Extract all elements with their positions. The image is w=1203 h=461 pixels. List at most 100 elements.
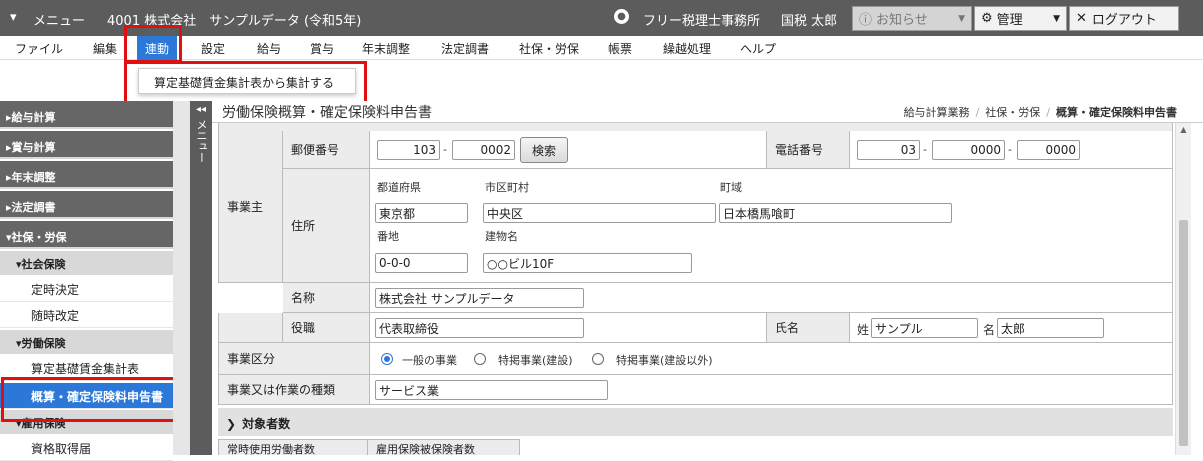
gear-icon: ⚙ xyxy=(981,11,993,26)
position-cell xyxy=(370,313,767,343)
info-icon: ⓘ xyxy=(859,13,873,28)
postal-label: 郵便番号 xyxy=(283,131,370,169)
form-area: 事業主 郵便番号 - 検索 電話番号 - - 住所 都道府県 市区町村 町域 番… xyxy=(212,123,1192,455)
sidebar-item-premium-report[interactable]: 概算・確定保険料申告書 xyxy=(0,383,173,409)
menu-help[interactable]: ヘルプ xyxy=(740,40,776,57)
sidebar-section-salary[interactable]: ▸給与計算 xyxy=(0,101,173,129)
pref-input[interactable] xyxy=(375,203,468,223)
person-name-label: 氏名 xyxy=(767,313,850,343)
company-name-input[interactable] xyxy=(375,288,584,308)
menu-bonus[interactable]: 賞与 xyxy=(310,40,334,57)
radio-non-construction[interactable] xyxy=(592,353,604,365)
radio-construction-label: 特掲事業(建設) xyxy=(498,354,573,367)
breadcrumb: 給与計算業務 / 社保・労保 / 概算・確定保険料申告書 xyxy=(903,106,1177,119)
sidebar-section-year-end[interactable]: ▸年末調整 xyxy=(0,161,173,189)
sidebar-section-label: 年末調整 xyxy=(11,171,56,184)
phone-3[interactable] xyxy=(1017,140,1080,160)
menu-file[interactable]: ファイル xyxy=(15,40,63,57)
town-input[interactable] xyxy=(719,203,952,223)
phone-2[interactable] xyxy=(932,140,1005,160)
postal-search-button[interactable]: 検索 xyxy=(520,137,568,163)
radio-construction[interactable] xyxy=(474,353,486,365)
caret-down-icon: ▼ xyxy=(1053,13,1060,24)
postal-code-1[interactable] xyxy=(377,140,440,160)
logout-button[interactable]: ✕ ログアウト xyxy=(1069,6,1179,31)
scroll-thumb[interactable] xyxy=(1179,220,1188,446)
notice-button[interactable]: ⓘ お知らせ ▼ xyxy=(852,6,972,31)
sei-label: 姓 xyxy=(857,323,870,337)
menu-year-end[interactable]: 年末調整 xyxy=(362,40,410,57)
menu-link[interactable]: 連動 xyxy=(137,36,178,60)
sidebar-item-wage-summary[interactable]: 算定基礎賃金集計表 xyxy=(0,355,173,381)
sidebar-section-statutory[interactable]: ▸法定調書 xyxy=(0,191,173,219)
admin-label: 管理 xyxy=(996,13,1023,28)
menu-carryover[interactable]: 繰越処理 xyxy=(663,40,711,57)
banchi-caption: 番地 xyxy=(377,230,399,243)
menu-settings[interactable]: 設定 xyxy=(201,40,225,57)
radio-general-label: 一般の事業 xyxy=(402,354,457,367)
sidebar-scrollbar[interactable] xyxy=(173,101,190,455)
building-input[interactable] xyxy=(483,253,692,273)
company-name: 4001 株式会社 サンプルデータ (令和5年) xyxy=(107,14,362,29)
banchi-input[interactable] xyxy=(375,253,468,273)
link-dropdown-item[interactable]: 算定基礎賃金集計表から集計する xyxy=(138,68,356,94)
section-header-counts[interactable]: ❯ 対象者数 xyxy=(218,408,1173,436)
col-regular-workers: 常時使用労働者数 xyxy=(218,439,368,455)
city-input[interactable] xyxy=(483,203,716,223)
sidebar: ▸給与計算 ▸賞与計算 ▸年末調整 ▸法定調書 ▾社保・労保 ▾社会保険 定時決… xyxy=(0,101,173,461)
menu-salary[interactable]: 給与 xyxy=(257,40,281,57)
top-bar: ▾ メニュー 4001 株式会社 サンプルデータ (令和5年) ● フリー税理士… xyxy=(0,0,1203,36)
sidebar-item-regular[interactable]: 定時決定 xyxy=(0,276,173,302)
employer-label: 事業主 xyxy=(218,131,283,283)
caret-down-icon: ▼ xyxy=(958,13,965,24)
postal-code-2[interactable] xyxy=(452,140,515,160)
menu-statutory[interactable]: 法定調書 xyxy=(441,40,489,57)
sidebar-item-acquisition[interactable]: 資格取得届 xyxy=(0,435,173,461)
chevron-down-icon[interactable]: ▾ xyxy=(10,10,17,25)
office-name: フリー税理士事務所 xyxy=(643,14,761,29)
sidebar-group-social[interactable]: ▾社会保険 xyxy=(0,251,173,275)
admin-button[interactable]: ⚙ 管理 ▼ xyxy=(974,6,1067,31)
business-type-cell: 一般の事業 特掲事業(建設) 特掲事業(建設以外) xyxy=(370,343,1173,375)
sidebar-item-revision[interactable]: 随時改定 xyxy=(0,302,173,328)
sidebar-group-label: 社会保険 xyxy=(21,258,66,271)
postal-cell: - 検索 xyxy=(370,131,767,169)
scroll-up-icon[interactable]: ▲ xyxy=(1176,125,1191,134)
sei-input[interactable] xyxy=(871,318,978,338)
sidebar-group-labor[interactable]: ▾労働保険 xyxy=(0,330,173,354)
sidebar-section-label: 社保・労保 xyxy=(11,231,67,244)
content-scrollbar[interactable]: ▲ xyxy=(1175,123,1191,455)
menu-collapse-tab[interactable]: ◂◂ メニュー xyxy=(190,101,212,455)
work-type-cell xyxy=(370,375,1173,405)
sidebar-section-insurance[interactable]: ▾社保・労保 xyxy=(0,221,173,249)
menu-insurance[interactable]: 社保・労保 xyxy=(519,40,579,57)
sidebar-group-employment[interactable]: ▾雇用保険 xyxy=(0,410,173,434)
work-type-input[interactable] xyxy=(375,380,608,400)
breadcrumb-item[interactable]: 社保・労保 xyxy=(985,106,1040,119)
menu-toggle[interactable]: メニュー xyxy=(33,10,85,29)
town-caption: 町域 xyxy=(720,181,742,194)
radio-general[interactable] xyxy=(381,353,393,365)
employer-label-cont xyxy=(218,313,283,343)
position-input[interactable] xyxy=(375,318,584,338)
phone-label: 電話番号 xyxy=(767,131,850,169)
sidebar-section-bonus[interactable]: ▸賞与計算 xyxy=(0,131,173,159)
close-icon: ✕ xyxy=(1076,11,1087,26)
mei-label: 名 xyxy=(983,323,996,337)
radio-non-construction-label: 特掲事業(建設以外) xyxy=(616,354,713,367)
position-label: 役職 xyxy=(283,313,370,343)
double-chevron-left-icon: ◂◂ xyxy=(195,104,207,115)
user-name: 国税 太郎 xyxy=(781,14,838,29)
col-employment-insured: 雇用保険被保険者数 xyxy=(368,439,520,455)
menu-forms[interactable]: 帳票 xyxy=(608,40,632,57)
menu-edit[interactable]: 編集 xyxy=(93,40,117,57)
section-title: 対象者数 xyxy=(242,417,291,431)
business-type-label: 事業区分 xyxy=(218,343,370,375)
company-name-label: 名称 xyxy=(283,283,370,313)
breadcrumb-item[interactable]: 給与計算業務 xyxy=(904,106,970,119)
mei-input[interactable] xyxy=(997,318,1104,338)
phone-cell: - - xyxy=(850,131,1173,169)
building-caption: 建物名 xyxy=(485,230,518,243)
phone-1[interactable] xyxy=(857,140,920,160)
sidebar-section-label: 給与計算 xyxy=(11,111,56,124)
